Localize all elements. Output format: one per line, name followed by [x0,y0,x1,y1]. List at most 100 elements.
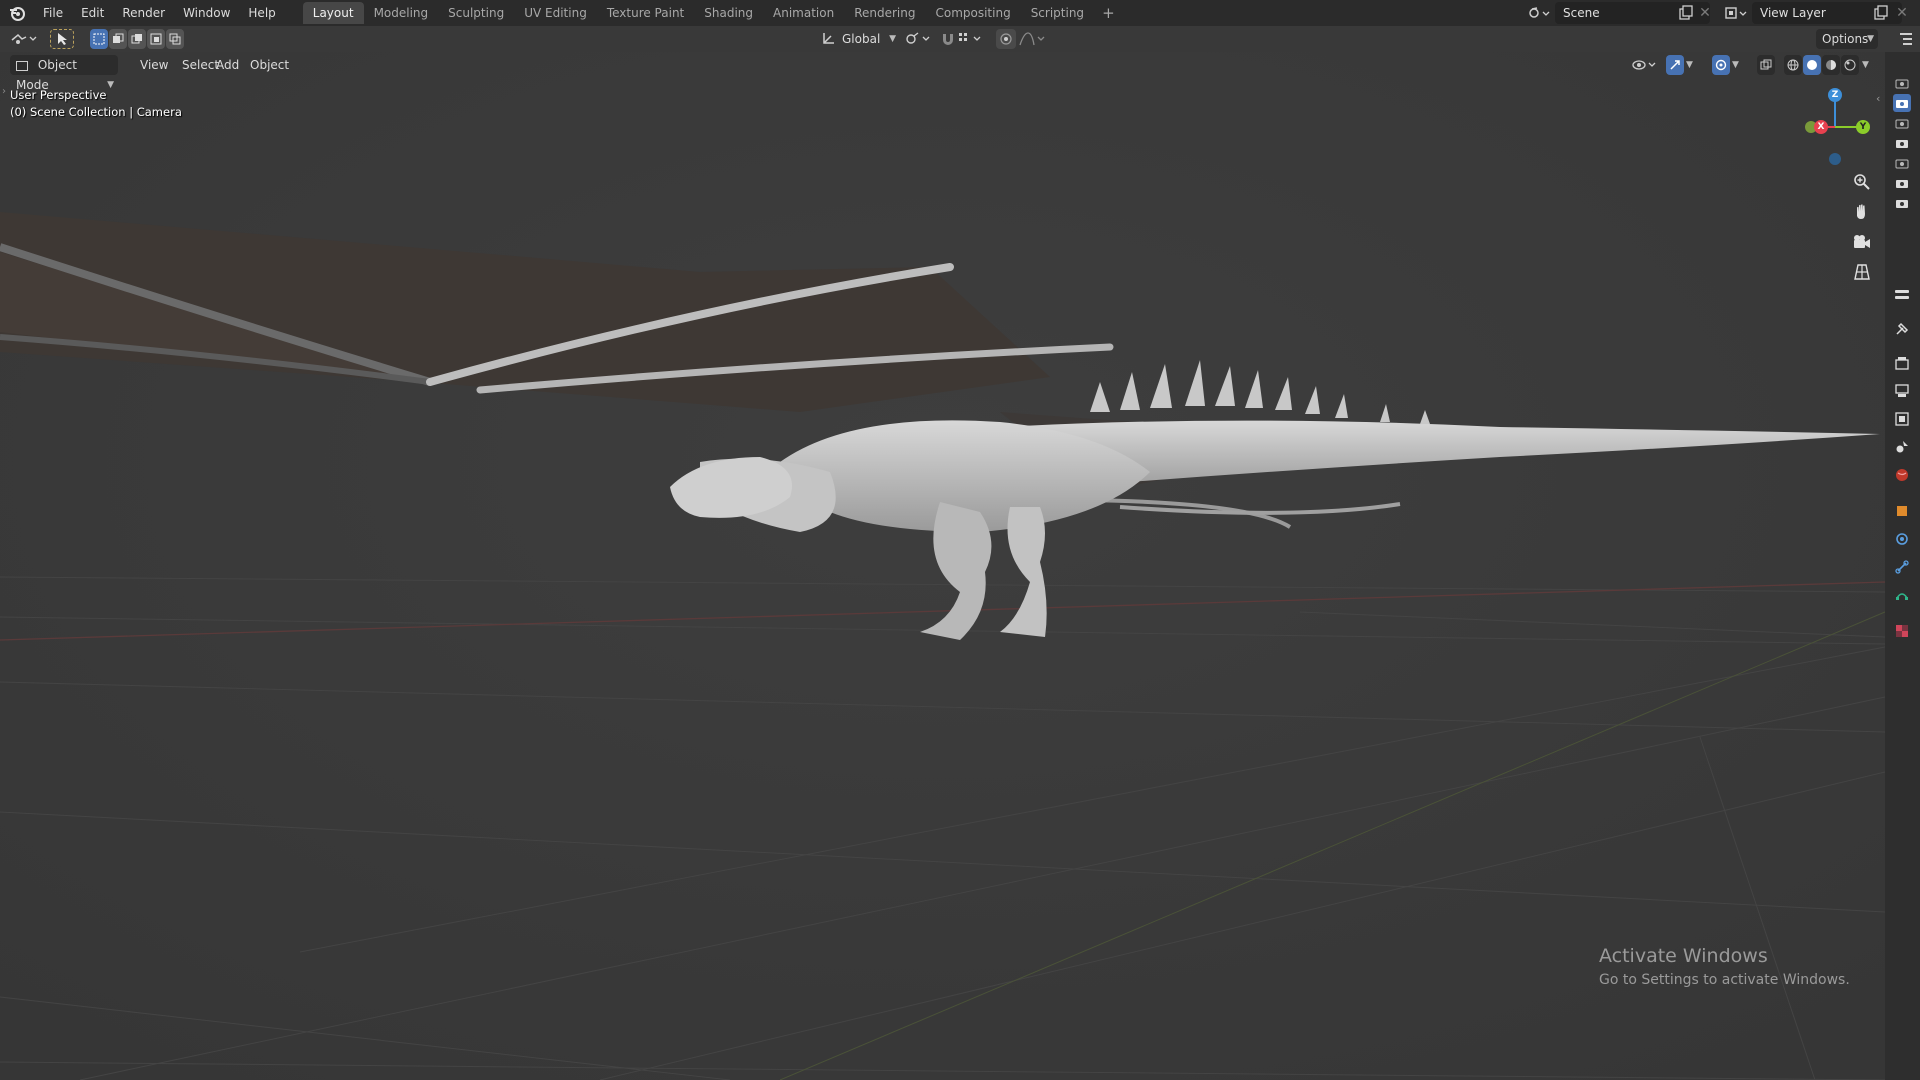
object-constraint-icon[interactable] [1893,558,1911,576]
zoom-icon[interactable] [1848,168,1876,196]
select-mode-extend-icon[interactable] [109,29,127,49]
viewport-header: Object Mode ▼ View Select Add Object ▼ ▼… [0,52,1885,92]
gizmo-dropdown-icon[interactable]: ▼ [1686,56,1700,74]
object-mode-icon [16,60,28,71]
visibility-filter-icon[interactable] [1632,56,1658,74]
tab-layout[interactable]: Layout [302,2,364,24]
tab-modeling[interactable]: Modeling [364,2,439,24]
gizmo-x-axis[interactable]: X [1814,120,1828,134]
camera-restrict-icon[interactable] [1893,154,1911,172]
tool-properties-icon[interactable] [1893,320,1911,338]
menu-window[interactable]: Window [174,0,239,26]
camera-restrict-icon[interactable] [1893,174,1911,192]
view-layer-properties-icon[interactable] [1893,410,1911,428]
collapse-arrow-icon[interactable]: ‹ [1876,92,1880,105]
gizmo-toggle-icon[interactable] [1666,55,1684,75]
menu-help[interactable]: Help [239,0,284,26]
object-data-icon[interactable] [1893,586,1911,604]
view-layer-browse-icon[interactable] [1722,3,1750,23]
render-properties-icon[interactable] [1893,354,1911,372]
tool-settings-bar: Global ▼ Options ▼ [0,26,1920,52]
chevron-down-icon: ▼ [889,34,896,44]
transform-orientation-label: Global [842,32,881,46]
tab-texture-paint[interactable]: Texture Paint [597,2,694,24]
solid-shading-icon[interactable] [1803,55,1821,75]
tab-uv-editing[interactable]: UV Editing [514,2,597,24]
pan-hand-icon[interactable] [1848,198,1876,226]
transform-orientation-icon[interactable] [818,29,838,49]
new-view-layer-icon[interactable] [1873,5,1889,21]
object-mode-dropdown[interactable]: Object Mode ▼ [10,55,118,92]
tab-sculpting[interactable]: Sculpting [438,2,514,24]
options-dropdown[interactable]: Options ▼ [1816,29,1878,49]
menu-file[interactable]: File [34,0,72,26]
perspective-toggle-icon[interactable] [1848,258,1876,286]
delete-view-layer-icon[interactable]: ✕ [1894,5,1910,21]
tab-compositing[interactable]: Compositing [925,2,1020,24]
blender-logo-icon[interactable] [6,2,28,24]
options-label: Options [1822,32,1869,46]
select-tool-icon[interactable] [50,29,74,49]
proportional-editing-icon[interactable] [996,29,1016,49]
camera-restrict-icon[interactable] [1893,194,1911,212]
physics-properties-icon[interactable] [1893,530,1911,548]
wireframe-shading-icon[interactable] [1784,55,1802,75]
activate-windows-subtitle: Go to Settings to activate Windows. [1599,972,1850,988]
new-scene-icon[interactable] [1678,5,1694,21]
overlays-toggle-icon[interactable] [1712,55,1730,75]
tab-scripting[interactable]: Scripting [1021,2,1094,24]
overlays-dropdown-icon[interactable]: ▼ [1732,56,1746,74]
tab-shading[interactable]: Shading [694,2,763,24]
chevron-down-icon: ▼ [1867,34,1874,44]
gizmo-z-axis[interactable]: Z [1828,88,1842,102]
delete-scene-icon[interactable]: ✕ [1697,5,1713,21]
properties-editor-icon[interactable] [1893,286,1911,304]
header-menu-add[interactable]: Add [210,55,245,75]
scene-name: Scene [1563,6,1600,20]
collection-info-label: (0) Scene Collection | Camera [10,105,182,119]
xray-toggle-icon[interactable] [1757,55,1775,75]
world-properties-icon[interactable] [1893,466,1911,484]
proportional-falloff-icon[interactable] [1018,29,1048,49]
toolbar-expand-arrow-icon[interactable]: › [2,86,6,97]
select-mode-new-icon[interactable] [90,29,108,49]
camera-restrict-icon[interactable] [1893,74,1911,92]
snap-toggle-icon[interactable] [938,29,958,49]
header-menu-object[interactable]: Object [244,55,295,75]
select-mode-intersect-icon[interactable] [166,29,184,49]
chevron-down-icon: ▼ [107,80,114,90]
camera-view-icon[interactable] [1848,228,1876,256]
tab-animation[interactable]: Animation [763,2,844,24]
viewport-scene [0,52,1885,1080]
scene-properties-icon[interactable] [1893,438,1911,456]
menu-render[interactable]: Render [113,0,174,26]
top-bar: File Edit Render Window Help Layout Mode… [0,0,1920,26]
camera-restrict-icon[interactable] [1893,134,1911,152]
pivot-point-icon[interactable] [904,29,934,49]
workspace-tabs: Layout Modeling Sculpting UV Editing Tex… [302,2,1123,24]
material-preview-shading-icon[interactable] [1822,55,1840,75]
snap-target-icon[interactable] [958,29,988,49]
header-menu-view[interactable]: View [134,55,174,75]
menu-edit[interactable]: Edit [72,0,113,26]
texture-properties-icon[interactable] [1893,622,1911,640]
activate-windows-title: Activate Windows [1599,945,1768,967]
scene-browse-icon[interactable] [1525,3,1553,23]
outliner-toggle-icon[interactable] [1898,30,1916,48]
select-mode-invert-icon[interactable] [147,29,165,49]
gizmo-y-axis[interactable]: Y [1856,120,1870,134]
camera-restrict-active-icon[interactable] [1893,94,1911,112]
navigation-gizmo[interactable]: Z Y X [1795,82,1875,172]
output-properties-icon[interactable] [1893,382,1911,400]
tab-rendering[interactable]: Rendering [844,2,925,24]
shading-dropdown-icon[interactable]: ▼ [1862,56,1876,74]
camera-restrict-icon[interactable] [1893,114,1911,132]
object-properties-icon[interactable] [1893,502,1911,520]
3d-viewport[interactable]: User Perspective (0) Scene Collection | … [0,52,1885,1080]
select-mode-subtract-icon[interactable] [128,29,146,49]
editor-type-icon[interactable] [10,30,40,48]
rendered-shading-icon[interactable] [1841,55,1859,75]
transform-orientation-dropdown[interactable]: Global ▼ [836,29,898,49]
add-workspace-icon[interactable]: + [1094,2,1123,24]
view-layer-name: View Layer [1760,6,1826,20]
